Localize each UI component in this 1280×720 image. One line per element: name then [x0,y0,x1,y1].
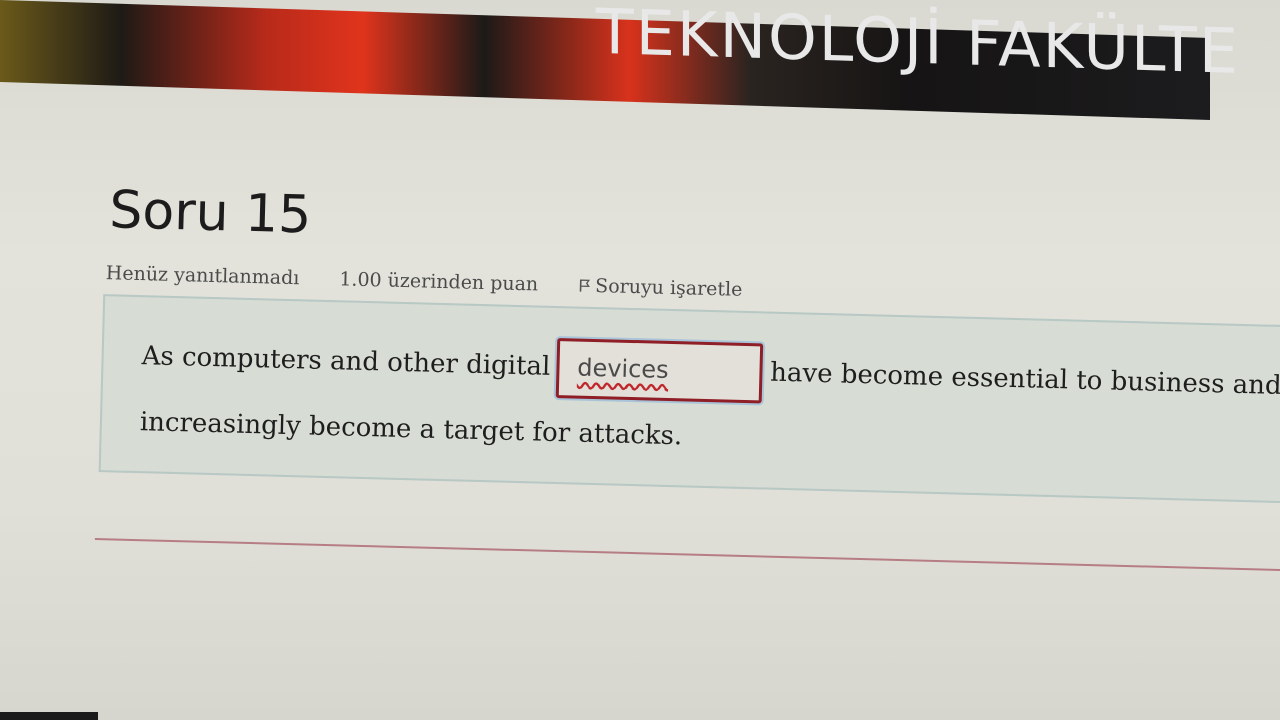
question-text-before: As computers and other digital [141,341,551,382]
page: TEKNOLOJİ FAKÜLTE Soru 15 Henüz yanıtlan… [0,0,1280,720]
question-points: 1.00 üzerinden puan [339,268,539,296]
section-divider [94,537,1280,573]
flag-question-link[interactable]: Soruyu işaretle [578,275,777,302]
question-status: Henüz yanıtlanmadı [105,262,300,290]
flag-question-label: Soruyu işaretle [594,275,743,301]
question-title: Soru 15 [108,180,313,246]
question-text-after: have become essential to business and c [769,357,1280,402]
answer-input[interactable]: devices [555,338,763,404]
question-text-line2: increasingly become a target for attacks… [139,407,683,452]
question-area: Soru 15 Henüz yanıtlanmadı 1.00 üzerinde… [0,0,1280,720]
question-text-box: As computers and other digital devices hav… [98,294,1280,505]
question-text: As computers and other digital devices hav… [139,323,1280,487]
screen-corner [0,712,98,720]
flag-icon [579,279,590,292]
